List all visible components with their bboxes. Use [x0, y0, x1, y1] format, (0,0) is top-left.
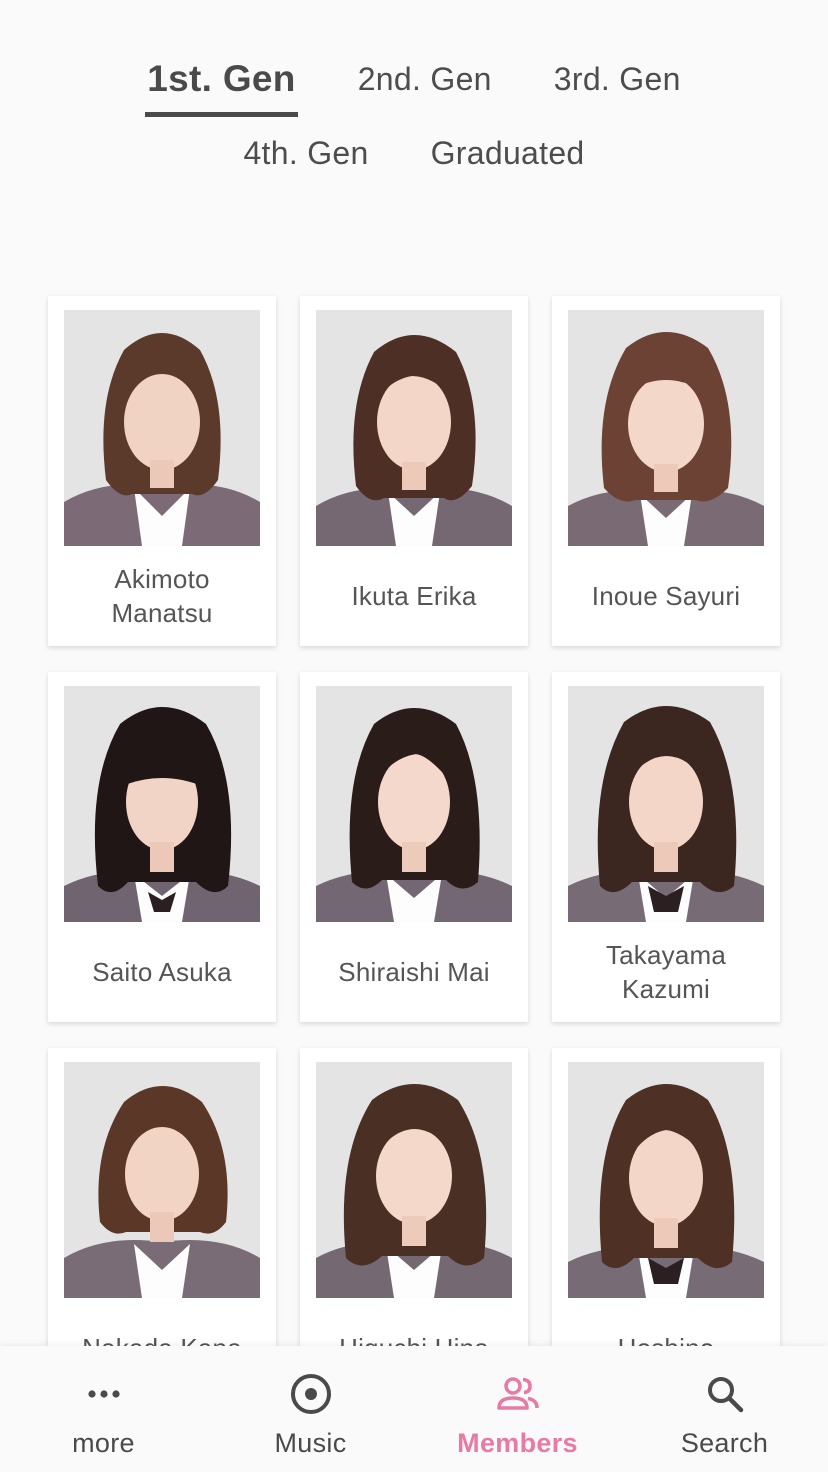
member-card[interactable]: Akimoto Manatsu: [48, 296, 276, 646]
member-name: Takayama Kazumi: [605, 940, 727, 1004]
nav-more[interactable]: more: [9, 1346, 199, 1459]
member-card[interactable]: Takayama Kazumi: [552, 672, 780, 1022]
member-photo: [316, 1062, 512, 1298]
member-photo: [568, 1062, 764, 1298]
member-name: Akimoto Manatsu: [111, 564, 213, 628]
tab-graduated[interactable]: Graduated: [429, 126, 587, 186]
member-name: Shiraishi Mai: [338, 957, 490, 987]
member-photo: [64, 310, 260, 546]
member-card[interactable]: Inoue Sayuri: [552, 296, 780, 646]
nav-label: Members: [457, 1428, 578, 1458]
member-card[interactable]: Shiraishi Mai: [300, 672, 528, 1022]
tab-1st-gen[interactable]: 1st. Gen: [145, 52, 298, 117]
nav-members[interactable]: Members: [423, 1346, 613, 1459]
nav-label: more: [72, 1428, 135, 1458]
nav-search[interactable]: Search: [630, 1346, 820, 1459]
nav-label: Music: [274, 1428, 347, 1458]
nav-label: Search: [680, 1428, 769, 1458]
member-photo: [64, 686, 260, 922]
members-icon: [496, 1374, 540, 1414]
tab-3rd-gen[interactable]: 3rd. Gen: [552, 52, 683, 112]
more-dots-icon: [84, 1374, 124, 1414]
member-photo: [316, 686, 512, 922]
members-screen: 1st. Gen 2nd. Gen 3rd. Gen 4th. Gen Grad…: [0, 0, 828, 1472]
member-name: Inoue Sayuri: [591, 581, 741, 611]
member-name: Ikuta Erika: [351, 581, 477, 611]
music-disc-icon: [289, 1374, 333, 1414]
member-photo: [316, 310, 512, 546]
member-grid: Akimoto Manatsu Ikuta Erika Inoue Sayuri…: [48, 296, 780, 1398]
search-icon: [705, 1374, 745, 1414]
bottom-nav: more Music Members Search: [0, 1346, 828, 1472]
member-name: Saito Asuka: [92, 957, 232, 987]
member-photo: [64, 1062, 260, 1298]
tab-4th-gen[interactable]: 4th. Gen: [241, 126, 370, 186]
tab-2nd-gen[interactable]: 2nd. Gen: [356, 52, 494, 112]
member-photo: [568, 686, 764, 922]
member-card[interactable]: Saito Asuka: [48, 672, 276, 1022]
member-card[interactable]: Ikuta Erika: [300, 296, 528, 646]
generation-tabs: 1st. Gen 2nd. Gen 3rd. Gen 4th. Gen Grad…: [0, 52, 828, 200]
member-photo: [568, 310, 764, 546]
nav-music[interactable]: Music: [216, 1346, 406, 1459]
